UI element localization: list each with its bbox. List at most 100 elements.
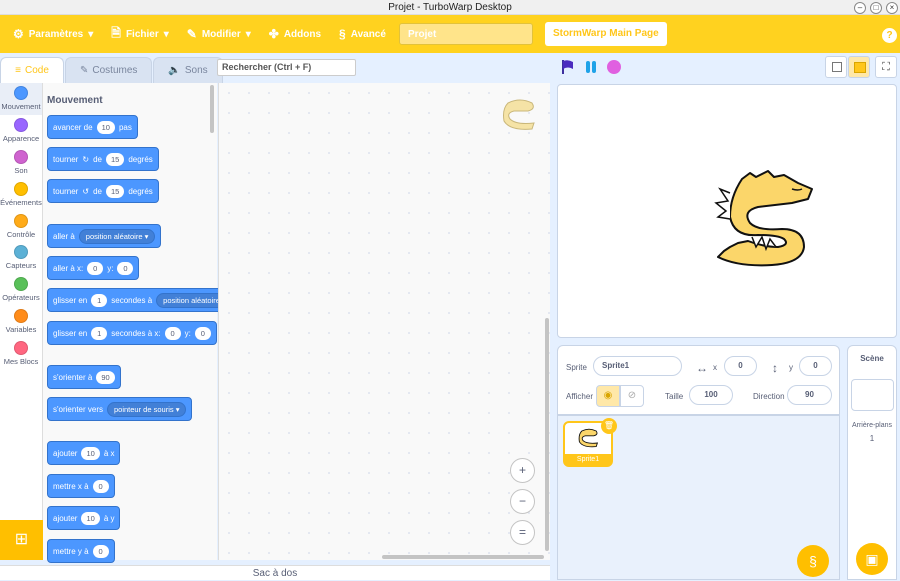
block-change-y[interactable]: ajouter 10 à y <box>47 506 121 530</box>
gear-icon: ⚙ <box>13 27 24 41</box>
block-text: de <box>93 154 102 164</box>
stage-canvas[interactable] <box>557 84 897 338</box>
add-extension-button[interactable]: ⊞ <box>0 520 43 560</box>
puzzle-icon: ✤ <box>268 27 279 41</box>
degrees-input[interactable]: 15 <box>105 152 125 166</box>
script-area[interactable] <box>218 83 550 560</box>
steps-input[interactable]: 10 <box>96 120 115 134</box>
zoom-reset-button[interactable]: = <box>510 520 535 545</box>
script-hscrollbar[interactable] <box>382 555 544 559</box>
addons-menu[interactable]: ✤ Addons <box>260 15 330 53</box>
script-vscrollbar[interactable] <box>545 318 549 551</box>
main-page-button[interactable]: StormWarp Main Page <box>544 22 667 46</box>
category-label: Mouvement <box>1 102 41 112</box>
size-input[interactable]: 100 <box>689 385 733 405</box>
value-input[interactable]: 0 <box>92 544 109 558</box>
pause-icon[interactable] <box>583 59 599 75</box>
block-goto-xy[interactable]: aller à x: 0 y: 0 <box>47 256 140 280</box>
x-input[interactable]: 0 <box>87 261 104 275</box>
block-set-x[interactable]: mettre x à0 <box>47 474 115 498</box>
block-change-x[interactable]: ajouter 10 à x <box>47 441 121 465</box>
seconds-input[interactable]: 1 <box>91 326 108 340</box>
category-item[interactable]: Capteurs <box>0 242 42 274</box>
value-input[interactable]: 0 <box>92 479 109 493</box>
block-point-towards[interactable]: s'orienter vers pointeur de souris ▾ <box>47 397 193 421</box>
file-menu[interactable]: 🗎 Fichier ▾ <box>102 15 177 53</box>
sprite-card-thumbnail <box>578 428 599 448</box>
category-label: Mes Blocs <box>3 356 39 366</box>
rotate-left-icon: ↺ <box>82 186 90 196</box>
sprite-name-input[interactable]: Sprite1 <box>593 356 682 376</box>
fullscreen-icon: ⛶ <box>882 61 890 73</box>
seconds-input[interactable]: 1 <box>91 293 108 307</box>
block-turn-left[interactable]: tourner ↺ de 15 degrés <box>47 179 159 203</box>
category-item[interactable]: Événements <box>0 178 42 210</box>
category-item[interactable]: Mouvement <box>0 83 42 115</box>
choose-sprite-button[interactable]: § <box>797 545 829 577</box>
category-item[interactable]: Mes Blocs <box>0 337 42 369</box>
y-input[interactable]: 0 <box>194 326 211 340</box>
normal-stage-button[interactable] <box>848 56 870 78</box>
y-input[interactable]: 0 <box>117 261 134 275</box>
value-input[interactable]: 10 <box>81 511 100 525</box>
help-button[interactable]: ? <box>882 28 897 43</box>
backdrop-add-icon: ▣ <box>865 551 879 567</box>
backdrop-thumbnail[interactable] <box>851 379 894 411</box>
stop-icon[interactable] <box>606 59 622 75</box>
tab-sounds[interactable]: 🔈 Sons <box>153 57 223 83</box>
y-input[interactable]: 0 <box>799 356 832 376</box>
block-glide[interactable]: glisser en 1 secondes à position aléatoire <box>47 288 227 312</box>
block-text: pas <box>118 122 132 132</box>
maximize-icon[interactable]: □ <box>870 1 882 14</box>
show-hidden-button[interactable]: ⊘ <box>620 385 644 407</box>
close-icon[interactable]: × <box>886 1 898 14</box>
block-text: aller à x: <box>53 263 84 273</box>
block-move-steps[interactable]: avancer de 10 pas <box>47 115 138 139</box>
category-item[interactable]: Apparence <box>0 115 42 147</box>
minimize-icon[interactable]: – <box>854 1 866 14</box>
tab-code[interactable]: ≡ Code <box>0 57 64 83</box>
zoom-in-icon: + <box>518 463 526 477</box>
project-title-input[interactable]: Projet <box>398 23 533 45</box>
trash-icon: 🗑 <box>603 421 615 430</box>
x-input[interactable]: 0 <box>724 356 757 376</box>
backpack-bar[interactable]: Sac à dos <box>0 565 550 580</box>
category-dot-icon <box>14 181 28 196</box>
small-stage-button[interactable] <box>825 56 847 78</box>
delete-sprite-button[interactable]: 🗑 <box>601 418 617 434</box>
category-item[interactable]: Contrôle <box>0 210 42 242</box>
settings-menu[interactable]: ⚙ Paramètres ▾ <box>4 15 102 53</box>
x-input[interactable]: 0 <box>164 326 181 340</box>
dragon-sprite[interactable] <box>708 167 818 269</box>
direction-input[interactable]: 90 <box>96 370 115 384</box>
chevron-down-icon: ▾ <box>163 28 169 40</box>
direction-input[interactable]: 90 <box>787 385 832 405</box>
search-input[interactable]: Rechercher (Ctrl + F) <box>217 59 356 76</box>
goto-dropdown[interactable]: position aléatoire ▾ <box>78 228 156 244</box>
category-item[interactable]: Son <box>0 147 42 179</box>
block-point-direction[interactable]: s'orienter à 90 <box>47 365 121 389</box>
zoom-out-button[interactable]: − <box>510 489 535 514</box>
towards-dropdown[interactable]: pointeur de souris ▾ <box>107 401 187 417</box>
degrees-input[interactable]: 15 <box>105 184 125 198</box>
edit-menu[interactable]: ✎ Modifier ▾ <box>178 15 260 53</box>
block-set-y[interactable]: mettre y à0 <box>47 539 115 563</box>
block-turn-right[interactable]: tourner ↻ de 15 degrés <box>47 147 159 171</box>
tab-costumes[interactable]: ✎ Costumes <box>65 57 153 83</box>
block-goto[interactable]: aller à position aléatoire ▾ <box>47 224 162 248</box>
category-item[interactable]: Variables <box>0 306 42 338</box>
block-glide-xy[interactable]: glisser en 1 secondes à x: 0 y: 0 <box>47 321 217 345</box>
category-item[interactable]: Opérateurs <box>0 274 42 306</box>
horizontal-arrows-icon: ↔ <box>696 361 708 375</box>
value-input[interactable]: 10 <box>81 446 100 460</box>
green-flag-icon[interactable] <box>560 59 576 75</box>
block-text: ajouter <box>53 448 78 458</box>
x-label: x <box>713 363 717 372</box>
palette-scrollbar[interactable] <box>210 85 214 133</box>
fullscreen-button[interactable]: ⛶ <box>875 56 897 78</box>
show-visible-button[interactable]: ◉ <box>596 385 620 407</box>
zoom-in-button[interactable]: + <box>510 458 535 483</box>
advanced-menu[interactable]: § Avancé <box>330 15 395 53</box>
glide-dropdown[interactable]: position aléatoire <box>156 292 227 308</box>
choose-backdrop-button[interactable]: ▣ <box>856 543 888 575</box>
